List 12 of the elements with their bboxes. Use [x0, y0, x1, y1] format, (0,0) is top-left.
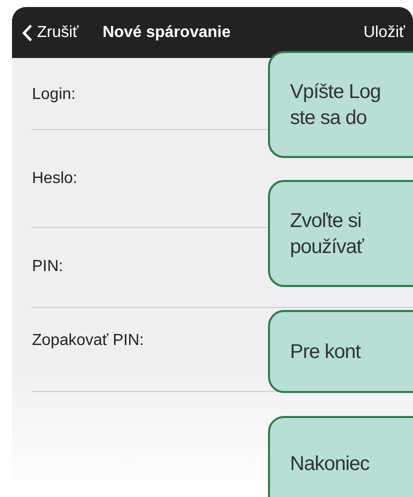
screen-title: Nové spárovanie	[102, 24, 232, 42]
field-label: Heslo:	[32, 170, 78, 187]
tooltip-callout: Nakoniec	[268, 416, 413, 497]
field-label: PIN:	[32, 258, 64, 275]
tooltip-callout: Zvoľte si používať	[268, 180, 413, 287]
tooltip-callout: Vpíšte Log ste sa do	[268, 51, 413, 158]
cancel-button[interactable]: Zrušiť	[22, 24, 79, 42]
field-label: Login:	[32, 86, 76, 103]
save-button[interactable]: Uložiť	[363, 24, 405, 42]
back-chevron-icon	[22, 24, 33, 42]
tooltip-callout: Pre kont	[268, 310, 413, 393]
field-label: Zopakovať PIN:	[32, 332, 144, 349]
